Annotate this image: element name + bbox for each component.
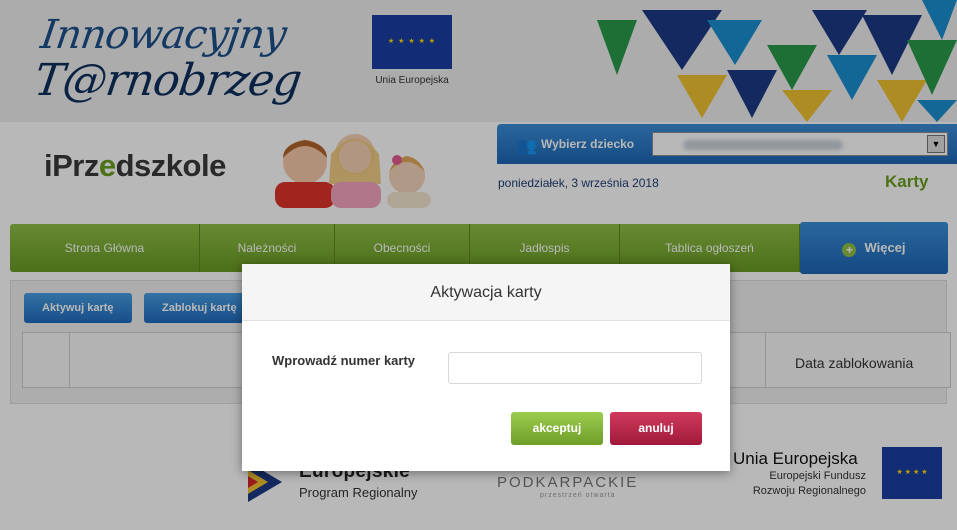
dialog-title: Aktywacja karty <box>430 284 542 301</box>
dialog-header: Aktywacja karty <box>242 264 730 321</box>
card-number-label: Wprowadź numer karty <box>272 353 416 368</box>
card-number-input[interactable] <box>448 352 702 384</box>
cancel-button[interactable]: anuluj <box>610 412 702 445</box>
accept-button[interactable]: akceptuj <box>511 412 603 445</box>
activate-card-dialog: Aktywacja karty Wprowadź numer karty akc… <box>242 264 730 471</box>
